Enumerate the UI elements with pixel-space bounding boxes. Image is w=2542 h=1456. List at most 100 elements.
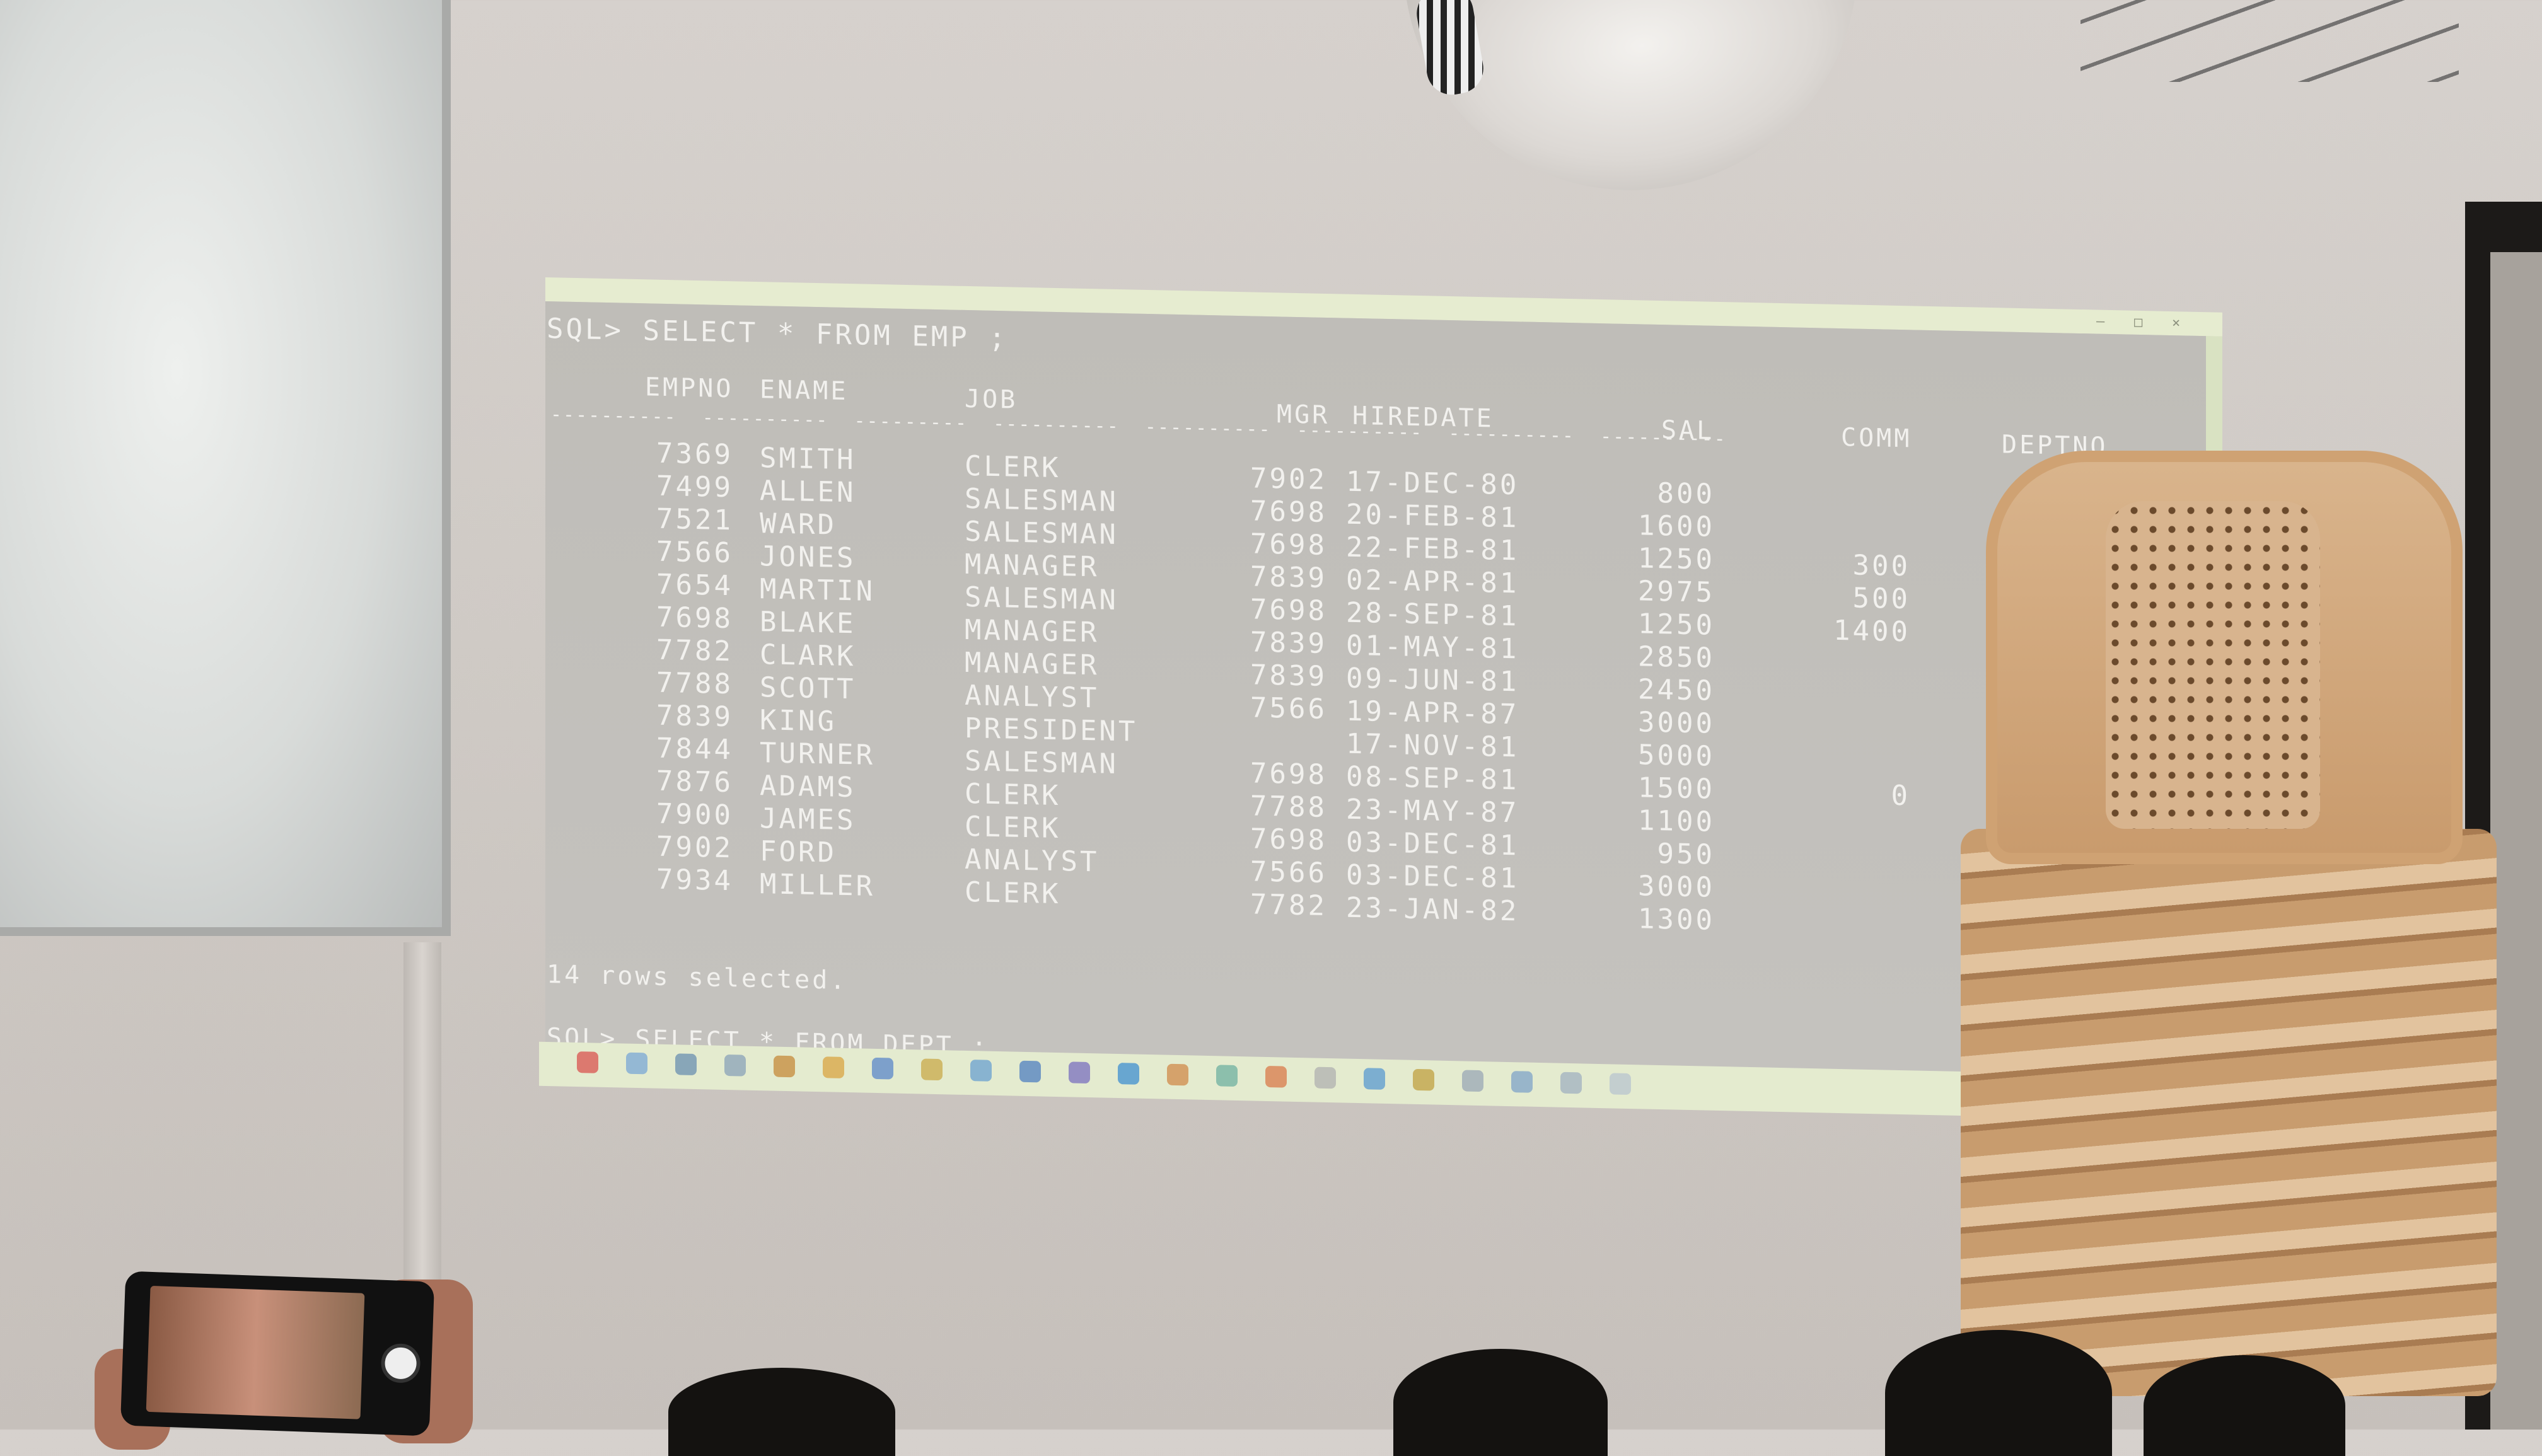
settings-icon[interactable]: [774, 1055, 795, 1078]
cell-job: CLERK: [965, 875, 1061, 911]
cell-job: MANAGER: [965, 613, 1100, 649]
cell-mgr: 7839: [1250, 659, 1327, 693]
cell-job: CLERK: [965, 810, 1061, 845]
rows-selected-message: 14 rows selected.: [547, 960, 848, 996]
store-icon[interactable]: [970, 1060, 992, 1082]
minimize-icon[interactable]: –: [2096, 314, 2104, 330]
cell-comm: [1762, 514, 1910, 517]
cell-mgr: 7698: [1250, 823, 1327, 857]
task-view-icon[interactable]: [724, 1054, 746, 1077]
cell-job: SALESMAN: [965, 515, 1118, 552]
cell-mgr: 7839: [1250, 560, 1327, 594]
audience-head: [1885, 1330, 2112, 1456]
cell-empno: 7782: [656, 633, 733, 668]
cell-empno: 7839: [656, 699, 733, 734]
app-icon[interactable]: [1511, 1071, 1533, 1093]
cell-sal: 800: [1657, 477, 1715, 511]
audience-head: [2144, 1355, 2345, 1456]
widgets-icon[interactable]: [626, 1052, 647, 1075]
cell-hiredate: 09-JUN-81: [1346, 662, 1519, 698]
cell-sal: 950: [1657, 837, 1715, 871]
column-header-comm: COMM: [1841, 423, 1912, 454]
cell-comm: 0: [1891, 779, 1911, 812]
cell-hiredate: 23-JAN-82: [1346, 891, 1519, 928]
column-header-ename: ENAME: [760, 375, 849, 407]
column-header-empno: EMPNO: [645, 373, 734, 404]
cell-empno: 7902: [656, 830, 733, 865]
audience-head: [1393, 1349, 1608, 1456]
cell-empno: 7900: [656, 797, 733, 832]
cell-job: ANALYST: [965, 679, 1100, 715]
vscode-icon[interactable]: [1118, 1063, 1139, 1085]
app-icon[interactable]: [1216, 1065, 1238, 1087]
cell-hiredate: 01-MAY-81: [1346, 629, 1519, 666]
cell-comm: [1762, 482, 1910, 485]
cell-job: MANAGER: [965, 646, 1100, 682]
edge-icon[interactable]: [872, 1057, 893, 1080]
cell-ename: MARTIN: [760, 573, 875, 608]
maximize-icon[interactable]: □: [2134, 315, 2142, 330]
mail-icon[interactable]: [1019, 1060, 1041, 1083]
cell-hiredate: 23-MAY-87: [1346, 793, 1519, 829]
cell-sal: 1300: [1638, 903, 1715, 937]
cell-empno: 7566: [656, 535, 733, 570]
teams-icon[interactable]: [1069, 1061, 1090, 1084]
app-icon[interactable]: [1413, 1068, 1434, 1091]
cell-ename: SCOTT: [760, 671, 856, 706]
cell-comm: [1762, 908, 1910, 911]
close-icon[interactable]: ×: [2172, 315, 2180, 331]
cell-comm: [1762, 842, 1910, 845]
cell-mgr: 7698: [1250, 757, 1327, 791]
cell-mgr: 7902: [1250, 462, 1327, 496]
cell-comm: [1762, 711, 1910, 714]
cell-comm: 300: [1852, 549, 1910, 583]
cell-sal: 1600: [1638, 509, 1715, 543]
cell-hiredate: 17-NOV-81: [1346, 727, 1519, 764]
cell-hiredate: 17-DEC-80: [1346, 465, 1519, 502]
cell-job: MANAGER: [965, 548, 1100, 584]
whiteboard: [0, 0, 451, 936]
cell-ename: FORD: [760, 835, 837, 869]
cell-ename: KING: [760, 704, 837, 738]
cell-empno: 7788: [656, 666, 733, 701]
phone-screen: [146, 1285, 365, 1419]
app-icon[interactable]: [1315, 1066, 1336, 1089]
app-icon[interactable]: [1462, 1070, 1483, 1092]
cell-empno: 7521: [656, 502, 733, 537]
explorer-icon[interactable]: [921, 1058, 943, 1081]
app-icon[interactable]: [1167, 1063, 1188, 1086]
ceiling-wires: [2081, 0, 2459, 82]
app-icon[interactable]: [1610, 1073, 1631, 1095]
cell-mgr: 7788: [1250, 790, 1327, 824]
cell-mgr: 7698: [1250, 495, 1327, 529]
cell-hiredate: 28-SEP-81: [1346, 596, 1519, 633]
cell-mgr: 7782: [1250, 888, 1327, 922]
cell-comm: [1762, 744, 1910, 747]
chair-stack-base: [1961, 829, 2497, 1396]
cell-mgr: 7566: [1250, 691, 1327, 725]
search-icon[interactable]: [675, 1053, 697, 1076]
board-rail: [403, 942, 441, 1295]
app-icon[interactable]: [1265, 1065, 1287, 1088]
cell-mgr: 7839: [1250, 626, 1327, 660]
start-icon[interactable]: [577, 1051, 598, 1073]
cell-comm: [1762, 875, 1910, 878]
cell-empno: 7654: [656, 568, 733, 603]
cell-job: CLERK: [965, 777, 1061, 812]
cell-hiredate: 08-SEP-81: [1346, 760, 1519, 797]
cell-ename: WARD: [760, 507, 837, 541]
cell-sal: 1250: [1638, 608, 1715, 642]
chrome-icon[interactable]: [823, 1056, 844, 1078]
cell-job: SALESMAN: [965, 482, 1118, 519]
camera-lens-icon: [380, 1343, 421, 1384]
app-icon[interactable]: [1364, 1068, 1385, 1090]
cell-ename: JONES: [760, 540, 856, 575]
phone: [120, 1271, 435, 1436]
cell-sal: 2975: [1638, 575, 1715, 609]
cell-mgr: 7698: [1250, 528, 1327, 562]
cell-ename: CLARK: [760, 638, 856, 673]
chair-mesh-pattern: [2106, 501, 2320, 829]
cell-job: ANALYST: [965, 843, 1100, 879]
app-icon[interactable]: [1560, 1072, 1582, 1094]
cell-ename: ALLEN: [760, 475, 856, 509]
